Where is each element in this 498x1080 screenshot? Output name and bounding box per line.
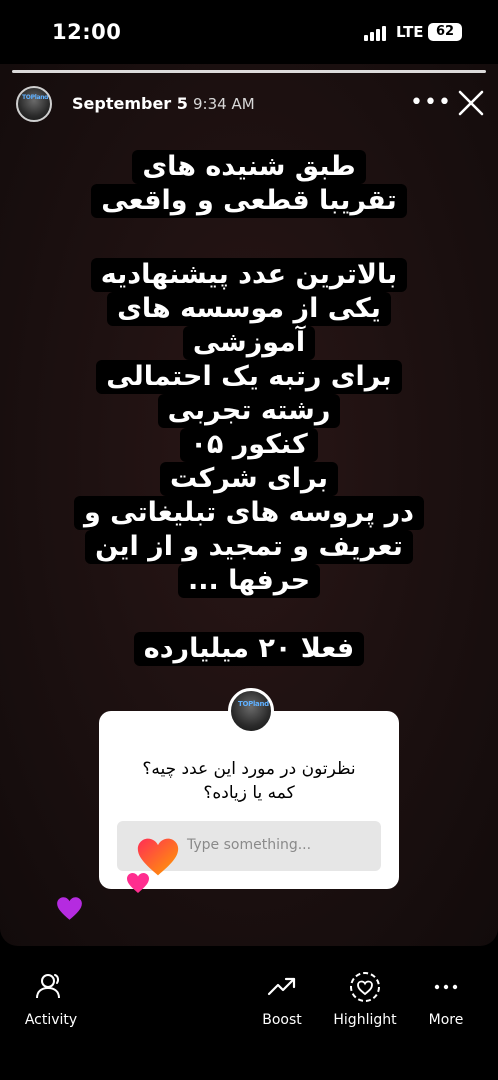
- story-date: September 5: [72, 94, 188, 113]
- question-line: کمه یا زیاده؟: [203, 783, 295, 803]
- clock: 12:00: [52, 20, 122, 44]
- highlight-heart-icon: [350, 972, 380, 1002]
- text-line: آموزشی: [182, 326, 316, 360]
- text-line: کنکور ۰۵: [180, 428, 318, 462]
- question-text: نظرتون در مورد این عدد چیه؟ کمه یا زیاده…: [117, 757, 381, 805]
- network-type: LTE: [396, 23, 424, 41]
- more-dots-icon[interactable]: •••: [410, 90, 452, 115]
- story-text-body: بالاترین عدد پیشنهادیه یکی از موسسه های …: [0, 258, 498, 598]
- bottom-action-bar: Activity Boost Highlight More: [0, 946, 498, 1080]
- battery-icon: 62: [428, 23, 462, 41]
- boost-button[interactable]: Boost: [258, 970, 306, 1028]
- activity-icon: [36, 974, 60, 999]
- text-line: برای شرکت: [160, 462, 338, 496]
- text-line: بالاترین عدد پیشنهادیه: [90, 258, 408, 292]
- heart-reaction-icon: [127, 873, 149, 893]
- response-placeholder: Type something...: [187, 837, 312, 853]
- text-line: برای رتبه یک احتمالی: [96, 360, 402, 394]
- story-text-intro: طبق شنیده های تقریبا قطعی و واقعی: [0, 150, 498, 218]
- text-line: حرفها ...: [177, 564, 321, 598]
- activity-label: Activity: [24, 1012, 78, 1028]
- avatar[interactable]: TOPland: [16, 86, 52, 122]
- trending-up-icon: [267, 977, 296, 996]
- story-time: 9:34 AM: [193, 95, 255, 113]
- text-line: تعریف و تمجید و از این: [85, 530, 413, 564]
- highlight-label: Highlight: [333, 1012, 397, 1028]
- close-icon[interactable]: [454, 86, 488, 120]
- heart-reaction-icon: [57, 897, 82, 920]
- text-line: رشته تجربی: [157, 394, 341, 428]
- text-line: تقریبا قطعی و واقعی: [91, 184, 407, 218]
- avatar-logo: TOPland: [22, 94, 49, 101]
- more-label: More: [428, 1012, 464, 1028]
- question-line: نظرتون در مورد این عدد چیه؟: [142, 759, 356, 779]
- more-dots-icon: [434, 984, 458, 990]
- text-line: یکی از موسسه های: [107, 292, 391, 326]
- text-line: طبق شنیده های: [132, 150, 366, 184]
- avatar-logo: TOPland: [238, 700, 269, 708]
- text-line: در پروسه های تبلیغاتی و: [73, 496, 425, 530]
- story-view[interactable]: TOPland September 5 9:34 AM ••• طبق شنید…: [0, 64, 498, 946]
- text-line: فعلا ۲۰ میلیارده: [133, 632, 365, 666]
- story-text-final: فعلا ۲۰ میلیارده: [0, 632, 498, 666]
- more-button[interactable]: More: [426, 970, 466, 1028]
- boost-label: Boost: [262, 1012, 302, 1028]
- sticker-avatar: TOPland: [228, 688, 274, 734]
- highlight-button[interactable]: Highlight: [330, 970, 400, 1028]
- activity-button[interactable]: Activity: [22, 970, 80, 1028]
- status-bar: 12:00 LTE 62: [0, 0, 498, 64]
- signal-icon: [364, 26, 386, 41]
- story-progress-bar: [12, 70, 486, 73]
